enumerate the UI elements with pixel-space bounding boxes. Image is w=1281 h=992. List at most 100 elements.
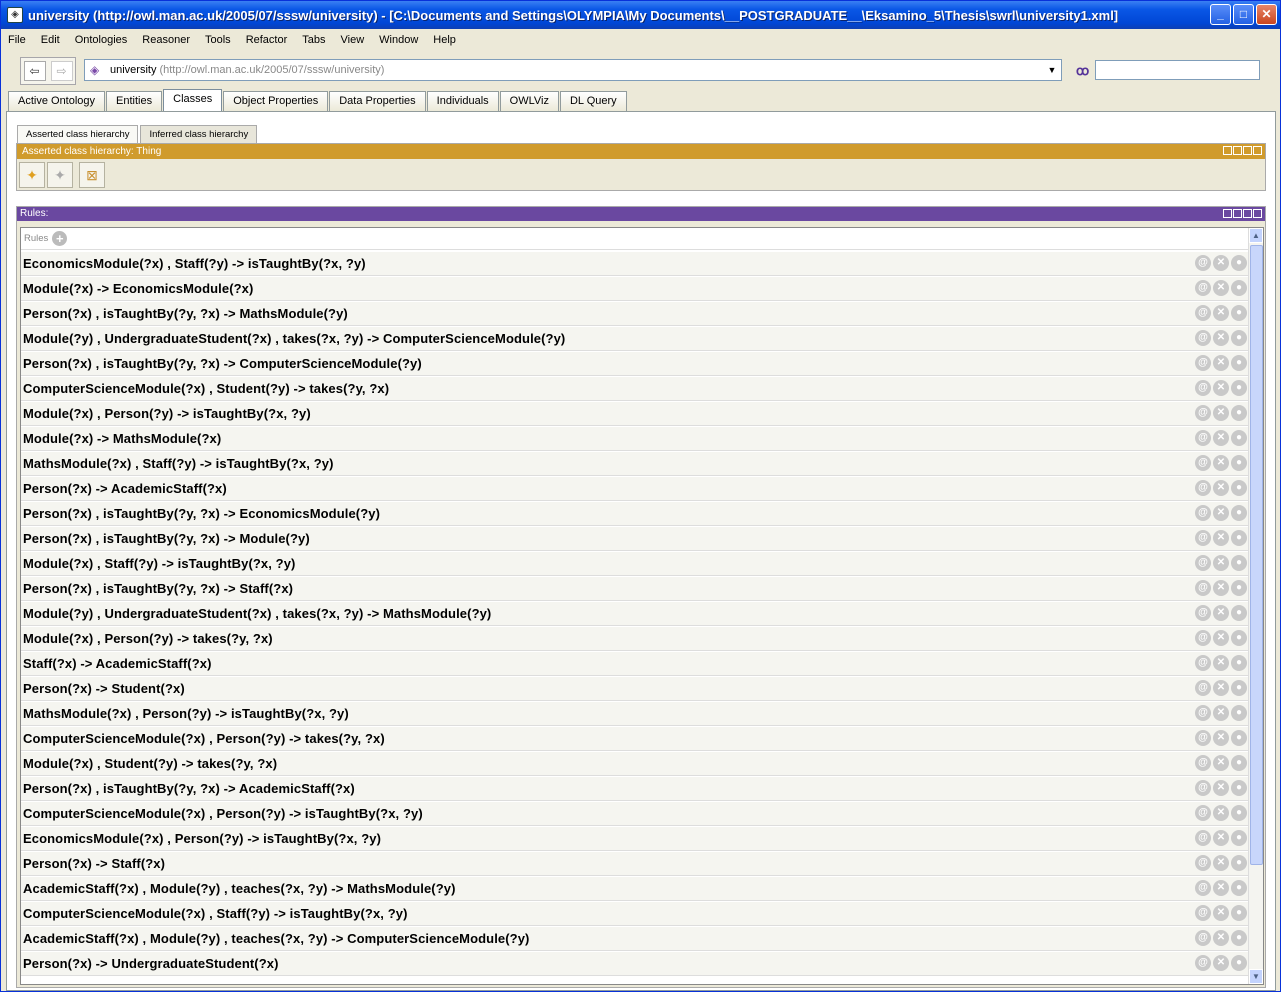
edit-icon[interactable]: ● (1231, 680, 1247, 696)
annotate-icon[interactable]: @ (1195, 480, 1211, 496)
ontology-selector[interactable]: ◈ university (http://owl.man.ac.uk/2005/… (84, 59, 1062, 81)
maximize-button[interactable]: □ (1233, 4, 1254, 25)
annotate-icon[interactable]: @ (1195, 430, 1211, 446)
annotate-icon[interactable]: @ (1195, 555, 1211, 571)
edit-icon[interactable]: ● (1231, 880, 1247, 896)
edit-icon[interactable]: ● (1231, 505, 1247, 521)
rule-row[interactable]: Person(?x) , isTaughtBy(?y, ?x) -> Acade… (21, 776, 1249, 801)
annotate-icon[interactable]: @ (1195, 580, 1211, 596)
menu-file[interactable]: File (8, 34, 26, 46)
view-split-icon[interactable] (1223, 209, 1232, 218)
delete-icon[interactable]: ✕ (1213, 455, 1229, 471)
menu-view[interactable]: View (341, 34, 365, 46)
edit-icon[interactable]: ● (1231, 255, 1247, 271)
edit-icon[interactable]: ● (1231, 580, 1247, 596)
view-float-icon[interactable] (1243, 146, 1252, 155)
edit-icon[interactable]: ● (1231, 355, 1247, 371)
tab-active-ontology[interactable]: Active Ontology (8, 91, 106, 111)
annotate-icon[interactable]: @ (1195, 505, 1211, 521)
delete-icon[interactable]: ✕ (1213, 605, 1229, 621)
delete-icon[interactable]: ✕ (1213, 580, 1229, 596)
close-button[interactable]: ✕ (1256, 4, 1277, 25)
annotate-icon[interactable]: @ (1195, 830, 1211, 846)
rule-row[interactable]: ComputerScienceModule(?x) , Person(?y) -… (21, 726, 1249, 751)
delete-icon[interactable]: ✕ (1213, 755, 1229, 771)
edit-icon[interactable]: ● (1231, 780, 1247, 796)
add-subclass-button[interactable]: ✦ (19, 162, 45, 188)
rule-row[interactable]: Person(?x) , isTaughtBy(?y, ?x) -> Maths… (21, 301, 1249, 326)
delete-icon[interactable]: ✕ (1213, 805, 1229, 821)
tab-owlviz[interactable]: OWLViz (499, 91, 559, 111)
delete-icon[interactable]: ✕ (1213, 780, 1229, 796)
rule-row[interactable]: AcademicStaff(?x) , Module(?y) , teaches… (21, 926, 1249, 951)
tab-dl-query[interactable]: DL Query (559, 91, 627, 111)
rule-row[interactable]: Person(?x) , isTaughtBy(?y, ?x) -> Econo… (21, 501, 1249, 526)
scroll-down-icon[interactable]: ▼ (1249, 969, 1263, 984)
tab-individuals[interactable]: Individuals (426, 91, 499, 111)
edit-icon[interactable]: ● (1231, 630, 1247, 646)
annotate-icon[interactable]: @ (1195, 755, 1211, 771)
menu-tabs[interactable]: Tabs (302, 34, 325, 46)
annotate-icon[interactable]: @ (1195, 380, 1211, 396)
delete-icon[interactable]: ✕ (1213, 255, 1229, 271)
edit-icon[interactable]: ● (1231, 830, 1247, 846)
annotate-icon[interactable]: @ (1195, 730, 1211, 746)
view-close-icon[interactable] (1253, 146, 1262, 155)
edit-icon[interactable]: ● (1231, 930, 1247, 946)
rule-row[interactable]: Module(?x) -> EconomicsModule(?x) @ ✕ ● (21, 276, 1249, 301)
rule-row[interactable]: EconomicsModule(?x) , Staff(?y) -> isTau… (21, 251, 1249, 276)
rule-row[interactable]: MathsModule(?x) , Staff(?y) -> isTaughtB… (21, 451, 1249, 476)
tab-data-properties[interactable]: Data Properties (329, 91, 426, 111)
edit-icon[interactable]: ● (1231, 305, 1247, 321)
delete-icon[interactable]: ✕ (1213, 305, 1229, 321)
scroll-up-icon[interactable]: ▲ (1249, 228, 1263, 243)
edit-icon[interactable]: ● (1231, 555, 1247, 571)
edit-icon[interactable]: ● (1231, 955, 1247, 971)
menu-reasoner[interactable]: Reasoner (142, 34, 190, 46)
delete-icon[interactable]: ✕ (1213, 505, 1229, 521)
edit-icon[interactable]: ● (1231, 655, 1247, 671)
delete-icon[interactable]: ✕ (1213, 705, 1229, 721)
vertical-scrollbar[interactable]: ▲ ▼ (1248, 228, 1263, 984)
forward-button[interactable]: ⇨ (50, 61, 73, 81)
view-split-icon[interactable] (1223, 146, 1232, 155)
rule-row[interactable]: Person(?x) , isTaughtBy(?y, ?x) -> Compu… (21, 351, 1249, 376)
view-minimize-icon[interactable] (1233, 209, 1242, 218)
edit-icon[interactable]: ● (1231, 855, 1247, 871)
delete-icon[interactable]: ✕ (1213, 680, 1229, 696)
view-close-icon[interactable] (1253, 209, 1262, 218)
annotate-icon[interactable]: @ (1195, 455, 1211, 471)
delete-icon[interactable]: ✕ (1213, 955, 1229, 971)
annotate-icon[interactable]: @ (1195, 330, 1211, 346)
delete-icon[interactable]: ✕ (1213, 905, 1229, 921)
annotate-icon[interactable]: @ (1195, 280, 1211, 296)
rule-row[interactable]: Module(?x) , Person(?y) -> takes(?y, ?x)… (21, 626, 1249, 651)
annotate-icon[interactable]: @ (1195, 355, 1211, 371)
rule-row[interactable]: Module(?x) , Person(?y) -> isTaughtBy(?x… (21, 401, 1249, 426)
edit-icon[interactable]: ● (1231, 705, 1247, 721)
annotate-icon[interactable]: @ (1195, 805, 1211, 821)
search-input[interactable] (1095, 60, 1260, 80)
delete-icon[interactable]: ✕ (1213, 830, 1229, 846)
view-float-icon[interactable] (1243, 209, 1252, 218)
edit-icon[interactable]: ● (1231, 455, 1247, 471)
rule-row[interactable]: ComputerScienceModule(?x) , Person(?y) -… (21, 801, 1249, 826)
edit-icon[interactable]: ● (1231, 430, 1247, 446)
annotate-icon[interactable]: @ (1195, 405, 1211, 421)
minimize-button[interactable]: _ (1210, 4, 1231, 25)
annotate-icon[interactable]: @ (1195, 655, 1211, 671)
edit-icon[interactable]: ● (1231, 805, 1247, 821)
edit-icon[interactable]: ● (1231, 530, 1247, 546)
rule-row[interactable]: Person(?x) , isTaughtBy(?y, ?x) -> Modul… (21, 526, 1249, 551)
rule-row[interactable]: Person(?x) -> Staff(?x) @ ✕ ● (21, 851, 1249, 876)
rule-row[interactable]: Module(?y) , UndergraduateStudent(?x) , … (21, 601, 1249, 626)
delete-icon[interactable]: ✕ (1213, 730, 1229, 746)
rule-row[interactable]: Person(?x) -> Student(?x) @ ✕ ● (21, 676, 1249, 701)
delete-icon[interactable]: ✕ (1213, 855, 1229, 871)
edit-icon[interactable]: ● (1231, 905, 1247, 921)
edit-icon[interactable]: ● (1231, 755, 1247, 771)
delete-icon[interactable]: ✕ (1213, 430, 1229, 446)
menu-tools[interactable]: Tools (205, 34, 231, 46)
rule-row[interactable]: MathsModule(?x) , Person(?y) -> isTaught… (21, 701, 1249, 726)
annotate-icon[interactable]: @ (1195, 780, 1211, 796)
